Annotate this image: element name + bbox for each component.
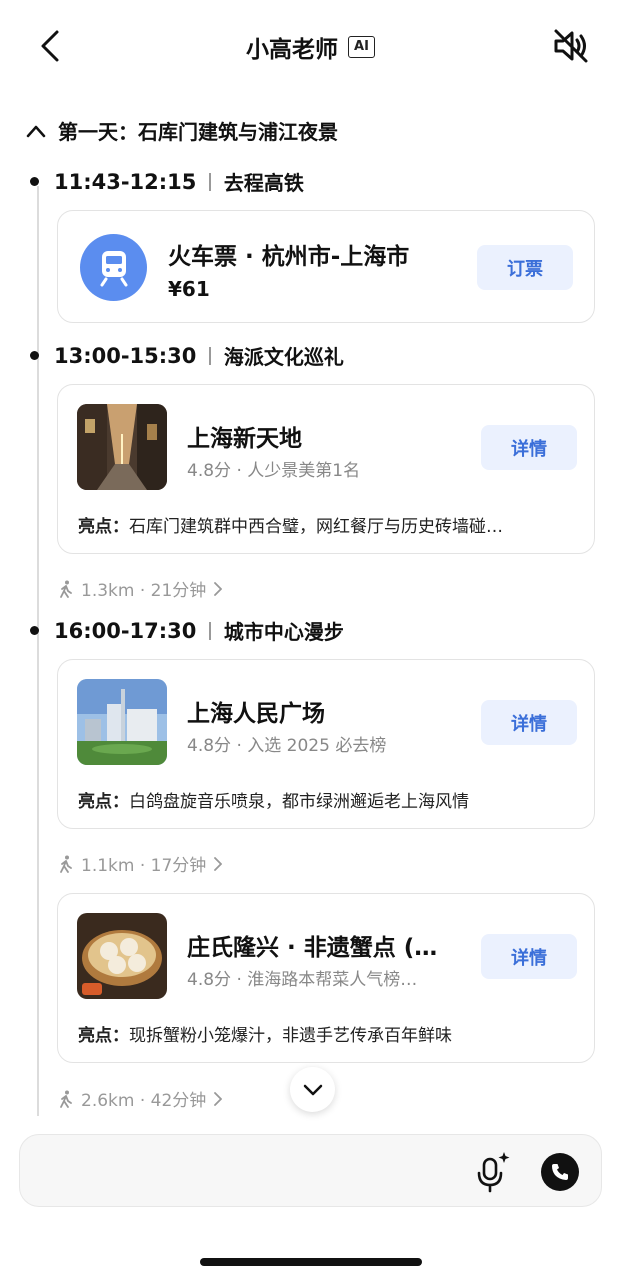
- place-photo: [77, 913, 167, 999]
- train-ticket-card[interactable]: 火车票 · 杭州市-上海市 ¥61 订票: [57, 210, 595, 323]
- slot-time: 11:43-12:15: [54, 169, 197, 194]
- place-card[interactable]: 上海人民广场 4.8分 · 入选 2025 必去榜 详情 亮点：白鸽盘旋音乐喷泉…: [57, 659, 595, 829]
- chevron-down-icon: [303, 1084, 322, 1095]
- chevron-up-icon: [26, 125, 46, 137]
- divider: [209, 621, 211, 640]
- message-input-bar[interactable]: [19, 1134, 602, 1207]
- slot-name: 城市中心漫步: [223, 620, 344, 644]
- train-price: ¥61: [168, 277, 210, 301]
- place-photo: [77, 679, 167, 765]
- walking-person-icon: [60, 1090, 72, 1108]
- highlight-label: 亮点：: [78, 1026, 129, 1046]
- walking-route-link[interactable]: 1.1km · 17分钟: [59, 851, 223, 876]
- phone-icon: [552, 1164, 568, 1180]
- scroll-down-button[interactable]: [290, 1067, 335, 1112]
- place-title: 庄氏隆兴 · 非遗蟹点 (…: [187, 935, 438, 961]
- mic-sparkle-icon: [477, 1152, 510, 1193]
- time-slot: 13:00-15:30 海派文化巡礼: [30, 341, 344, 370]
- place-title: 上海人民广场: [187, 701, 325, 727]
- walk-info: 2.6km · 42分钟: [81, 1091, 207, 1111]
- highlight-label: 亮点：: [78, 792, 129, 812]
- walk-info: 1.1km · 17分钟: [81, 856, 207, 876]
- details-button[interactable]: 详情: [481, 700, 577, 745]
- voice-call-button[interactable]: [541, 1153, 579, 1191]
- place-card[interactable]: 庄氏隆兴 · 非遗蟹点 (… 4.8分 · 淮海路本帮菜人气榜… 详情 亮点：现…: [57, 893, 595, 1063]
- place-rating: 4.8分 · 淮海路本帮菜人气榜…: [187, 970, 418, 990]
- mute-button[interactable]: [549, 24, 593, 68]
- place-rating: 4.8分 · 入选 2025 必去榜: [187, 736, 387, 756]
- slot-time: 13:00-15:30: [54, 343, 197, 368]
- place-rating: 4.8分 · 人少景美第1名: [187, 461, 361, 481]
- timeline-line: [37, 186, 39, 1116]
- details-button[interactable]: 详情: [481, 425, 577, 470]
- slot-name: 去程高铁: [223, 171, 304, 195]
- chevron-right-icon: [214, 1091, 223, 1106]
- highlight-label: 亮点：: [78, 517, 129, 537]
- timeline-dot: [30, 626, 39, 635]
- day-title: 第一天：石库门建筑与浦江夜景: [58, 120, 338, 144]
- walking-person-icon: [60, 855, 72, 873]
- divider: [209, 346, 211, 365]
- place-photo: [77, 404, 167, 490]
- speaker-muted-icon: [554, 29, 588, 63]
- divider: [209, 172, 211, 191]
- slot-time: 16:00-17:30: [54, 618, 197, 643]
- train-icon: [80, 234, 147, 301]
- place-highlight: 亮点：现拆蟹粉小笼爆汁，非遗手艺传承百年鲜味: [78, 1021, 568, 1046]
- train-title: 火车票 · 杭州市-上海市: [168, 244, 410, 270]
- home-indicator: [200, 1258, 422, 1266]
- place-highlight: 亮点：石库门建筑群中西合璧，网红餐厅与历史砖墙碰…: [78, 512, 568, 537]
- highlight-text: 现拆蟹粉小笼爆汁，非遗手艺传承百年鲜味: [129, 1026, 452, 1046]
- timeline-dot: [30, 351, 39, 360]
- place-card[interactable]: 上海新天地 4.8分 · 人少景美第1名 详情 亮点：石库门建筑群中西合璧，网红…: [57, 384, 595, 554]
- highlight-text: 白鸽盘旋音乐喷泉，都市绿洲邂逅老上海风情: [129, 792, 469, 812]
- walking-route-link[interactable]: 1.3km · 21分钟: [59, 576, 223, 601]
- slot-name: 海派文化巡礼: [223, 345, 344, 369]
- highlight-text: 石库门建筑群中西合璧，网红餐厅与历史砖墙碰…: [129, 517, 503, 537]
- day-section-header[interactable]: 第一天：石库门建筑与浦江夜景: [26, 116, 338, 145]
- ai-badge: AI: [348, 36, 375, 58]
- time-slot: 16:00-17:30 城市中心漫步: [30, 616, 344, 645]
- place-highlight: 亮点：白鸽盘旋音乐喷泉，都市绿洲邂逅老上海风情: [78, 787, 568, 812]
- walk-info: 1.3km · 21分钟: [81, 581, 207, 601]
- time-slot: 11:43-12:15 去程高铁: [30, 167, 304, 196]
- page-title: 小高老师: [246, 37, 339, 63]
- walking-person-icon: [60, 580, 72, 598]
- chevron-right-icon: [214, 581, 223, 596]
- chevron-right-icon: [214, 856, 223, 871]
- timeline-dot: [30, 177, 39, 186]
- book-ticket-button[interactable]: 订票: [477, 245, 573, 290]
- place-title: 上海新天地: [187, 426, 302, 452]
- top-bar: 小高老师 AI: [0, 0, 621, 95]
- details-button[interactable]: 详情: [481, 934, 577, 979]
- walking-route-link[interactable]: 2.6km · 42分钟: [59, 1086, 223, 1111]
- voice-input-button[interactable]: [473, 1151, 513, 1193]
